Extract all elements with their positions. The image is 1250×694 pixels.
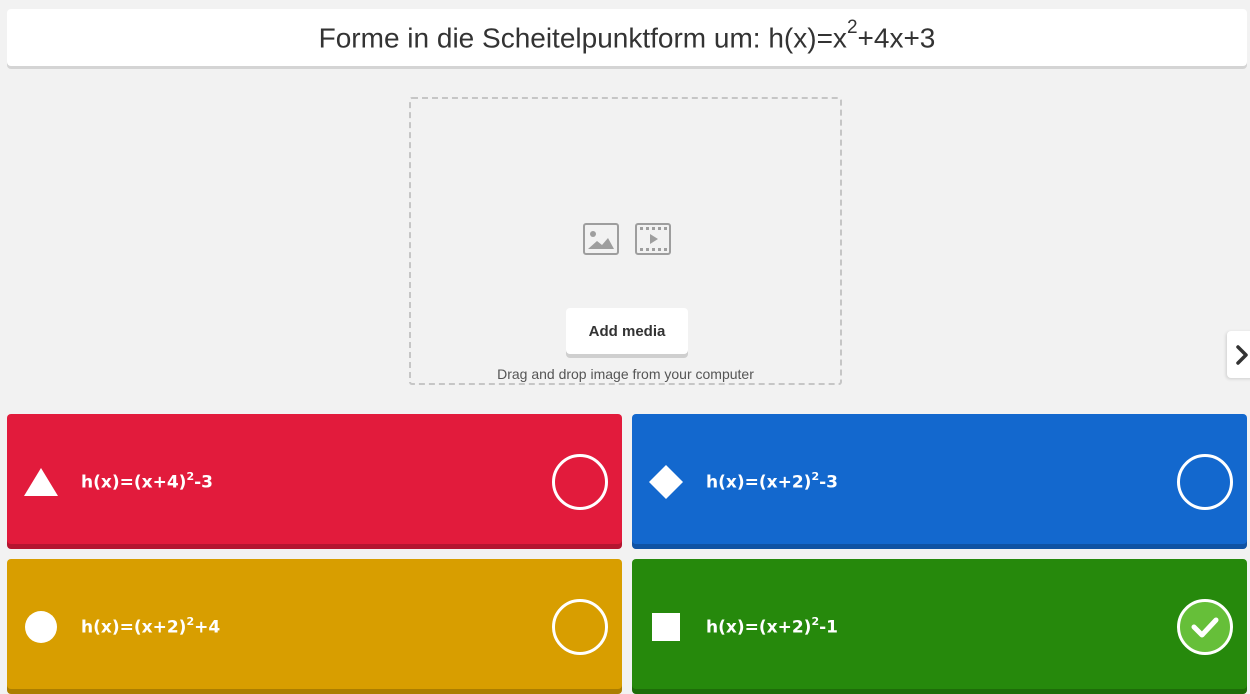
answer-correct-toggle[interactable] (1177, 453, 1233, 510)
answer-text: h(x)=(x+2)2+4 (81, 614, 221, 638)
question-text: Forme in die Scheitelpunktform um: h(x)=… (318, 16, 936, 54)
circle-icon (23, 609, 59, 645)
answer-option-4[interactable]: h(x)=(x+2)2-1 (632, 559, 1247, 694)
media-drop-zone[interactable]: Add media Drag and drop image from your … (409, 97, 842, 385)
image-icon (583, 223, 619, 255)
question-title[interactable]: Forme in die Scheitelpunktform um: h(x)=… (7, 9, 1247, 66)
next-button[interactable] (1227, 331, 1250, 378)
answer-text: h(x)=(x+2)2-1 (706, 614, 838, 638)
answer-option-1[interactable]: h(x)=(x+4)2-3 (7, 414, 622, 549)
chevron-right-icon (1236, 344, 1248, 365)
video-icon (635, 223, 671, 255)
drop-hint: Drag and drop image from your computer (497, 366, 754, 382)
answer-correct-toggle[interactable] (1177, 598, 1233, 655)
square-icon (648, 609, 684, 645)
answer-correct-toggle[interactable] (552, 453, 608, 510)
answer-option-2[interactable]: h(x)=(x+2)2-3 (632, 414, 1247, 549)
answer-option-3[interactable]: h(x)=(x+2)2+4 (7, 559, 622, 694)
answer-correct-toggle[interactable] (552, 598, 608, 655)
add-media-button[interactable]: Add media (566, 308, 688, 354)
answer-text: h(x)=(x+2)2-3 (706, 469, 838, 493)
check-icon (1191, 617, 1219, 637)
answer-text: h(x)=(x+4)2-3 (81, 469, 213, 493)
diamond-icon (648, 464, 684, 500)
triangle-icon (23, 464, 59, 500)
